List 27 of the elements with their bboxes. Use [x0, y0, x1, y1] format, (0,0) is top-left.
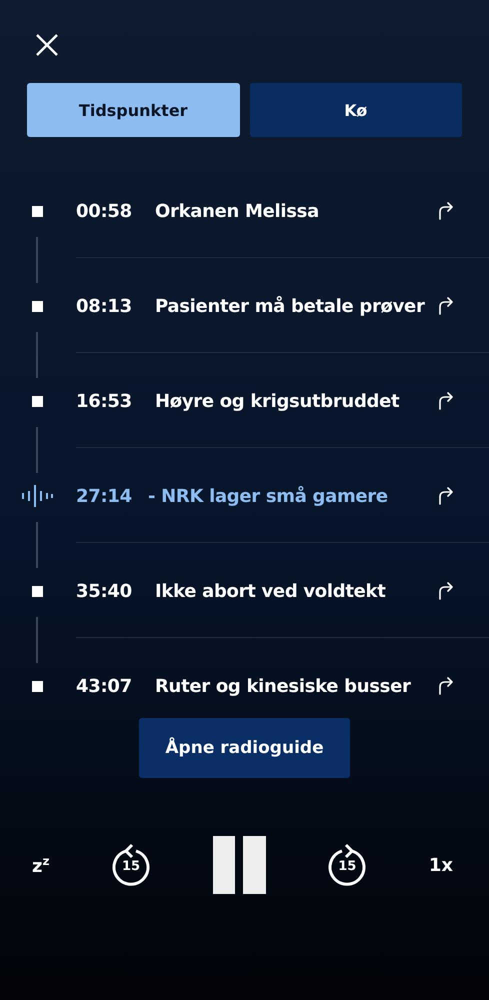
radio-guide-button[interactable]: Åpne radioguide — [139, 718, 350, 778]
chapter-time: 43:07 — [76, 676, 133, 696]
share-arrow-icon[interactable] — [438, 297, 454, 315]
chapter-time: 16:53 — [76, 390, 133, 412]
tab[interactable]: Kø — [250, 83, 462, 137]
chapter-title[interactable]: Høyre og krigsutbruddet — [155, 390, 438, 412]
share-arrow-icon[interactable] — [438, 202, 454, 220]
skip-forward-button[interactable]: 15 — [327, 842, 368, 888]
tab[interactable]: Tidspunkter — [27, 83, 240, 137]
chapter-title[interactable]: Orkanen Melissa — [155, 200, 438, 222]
pause-button[interactable] — [212, 836, 266, 894]
share-arrow-icon[interactable] — [438, 487, 454, 505]
share-arrow-icon[interactable] — [438, 582, 454, 600]
chapter-title[interactable]: Ruter og kinesiske busser — [155, 676, 438, 696]
chapter-title[interactable]: - NRK lager små gamere — [148, 486, 438, 506]
chapter-time: 35:40 — [76, 580, 133, 602]
share-arrow-icon[interactable] — [438, 392, 454, 410]
chapter-time: 08:13 — [76, 296, 133, 316]
speed-button[interactable]: 1x — [428, 854, 453, 876]
chapter-title[interactable]: Pasienter må betale prøver — [155, 296, 438, 316]
chapter-time: 00:58 — [76, 200, 133, 222]
sleep-timer-button[interactable]: z$^{z}$ — [32, 854, 50, 876]
close-icon[interactable] — [35, 33, 59, 57]
skip-back-button[interactable]: 15 — [111, 842, 152, 888]
chapter-title[interactable]: Ikke abort ved voldtekt — [155, 580, 438, 602]
chapter-time: 27:14 — [76, 486, 133, 506]
share-arrow-icon[interactable] — [438, 677, 454, 695]
